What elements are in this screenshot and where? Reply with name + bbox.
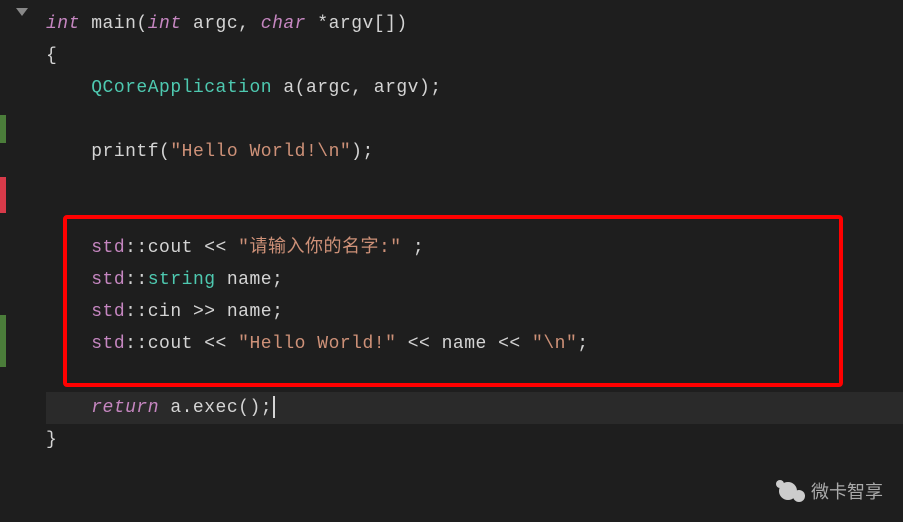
- brace-close: }: [46, 430, 57, 450]
- indent: [46, 142, 91, 162]
- member: cout: [148, 334, 205, 354]
- code-text: );: [351, 142, 374, 162]
- stream-op: <<: [204, 334, 238, 354]
- brace-open: {: [46, 46, 57, 66]
- code-line-current[interactable]: return a.exec();: [46, 392, 903, 424]
- code-line[interactable]: std::cin >> name;: [46, 296, 903, 328]
- code-line[interactable]: [46, 168, 903, 200]
- change-marker-deleted: [0, 177, 6, 213]
- namespace: std: [91, 238, 125, 258]
- scope-op: ::: [125, 238, 148, 258]
- fold-indicator-icon[interactable]: [16, 8, 28, 16]
- keyword-int: int: [148, 14, 182, 34]
- change-marker-added: [0, 315, 6, 367]
- code-line[interactable]: }: [46, 424, 903, 456]
- function-name: main: [80, 14, 137, 34]
- stream-op: >>: [193, 302, 216, 322]
- code-line[interactable]: std::cout << "请输入你的名字:" ;: [46, 232, 903, 264]
- code-area[interactable]: int main(int argc, char *argv[]) { QCore…: [42, 0, 903, 522]
- string-literal: "\n": [532, 334, 577, 354]
- variable: name: [442, 334, 487, 354]
- param: *argv[]: [306, 14, 396, 34]
- scope-op: ::: [125, 270, 148, 290]
- keyword-char: char: [261, 14, 306, 34]
- stream-op: <<: [487, 334, 532, 354]
- function-call: printf(: [91, 142, 170, 162]
- type-name: string: [148, 270, 216, 290]
- code-line[interactable]: std::string name;: [46, 264, 903, 296]
- variable: name;: [216, 302, 284, 322]
- stream-op: <<: [396, 334, 441, 354]
- namespace: std: [91, 334, 125, 354]
- string-literal: "Hello World!": [238, 334, 396, 354]
- semicolon: ;: [402, 238, 425, 258]
- namespace: std: [91, 302, 125, 322]
- code-text: a(argc, argv);: [272, 78, 442, 98]
- code-line[interactable]: printf("Hello World!\n");: [46, 136, 903, 168]
- string-literal: "请输入你的名字:": [238, 238, 401, 258]
- paren: (: [136, 14, 147, 34]
- member: cout: [148, 238, 205, 258]
- indent: [46, 270, 91, 290]
- paren: ): [396, 14, 407, 34]
- watermark: 微卡智享: [779, 478, 883, 504]
- code-line[interactable]: QCoreApplication a(argc, argv);: [46, 72, 903, 104]
- namespace: std: [91, 270, 125, 290]
- stream-op: <<: [204, 238, 238, 258]
- code-line[interactable]: [46, 360, 903, 392]
- code-text: a.exec();: [159, 398, 272, 418]
- indent: [46, 238, 91, 258]
- scope-op: ::: [125, 334, 148, 354]
- code-editor[interactable]: int main(int argc, char *argv[]) { QCore…: [0, 0, 903, 522]
- type-name: QCoreApplication: [91, 78, 272, 98]
- indent: [46, 302, 91, 322]
- keyword-return: return: [91, 398, 159, 418]
- indent: [46, 334, 91, 354]
- code-line[interactable]: std::cout << "Hello World!" << name << "…: [46, 328, 903, 360]
- indent: [46, 398, 91, 418]
- scope-op: ::: [125, 302, 148, 322]
- code-line[interactable]: int main(int argc, char *argv[]): [46, 8, 903, 40]
- indent: [46, 78, 91, 98]
- editor-gutter: [0, 0, 42, 522]
- text-cursor: [273, 396, 275, 418]
- string-literal: "Hello World!\n": [170, 142, 351, 162]
- code-line[interactable]: {: [46, 40, 903, 72]
- change-marker-added: [0, 115, 6, 143]
- code-line[interactable]: [46, 104, 903, 136]
- keyword-int: int: [46, 14, 80, 34]
- param: argc,: [182, 14, 261, 34]
- watermark-text: 微卡智享: [811, 478, 883, 504]
- variable-decl: name;: [216, 270, 284, 290]
- wechat-icon: [779, 480, 805, 502]
- code-line[interactable]: [46, 200, 903, 232]
- member: cin: [148, 302, 193, 322]
- semicolon: ;: [577, 334, 588, 354]
